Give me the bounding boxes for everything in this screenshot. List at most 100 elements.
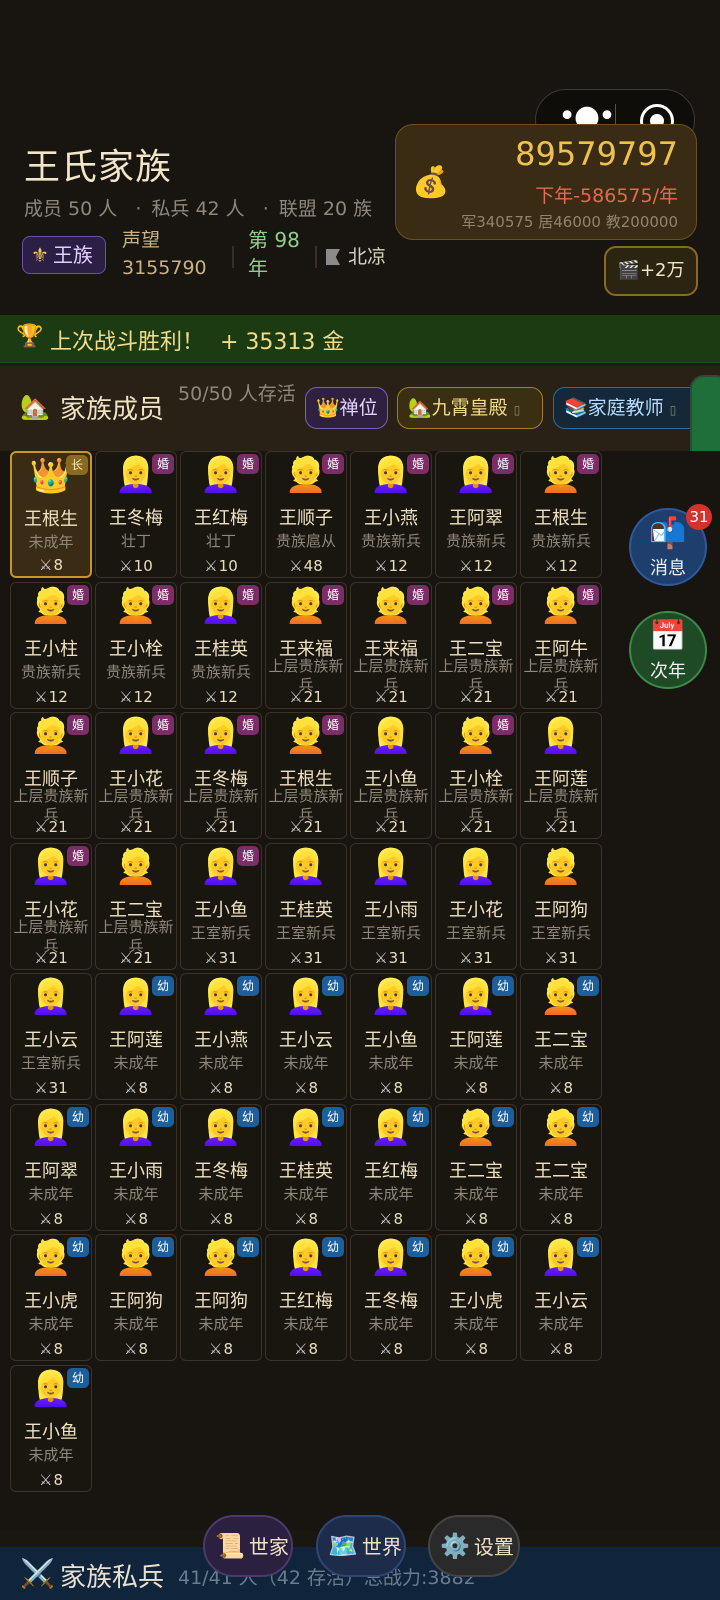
prestige-label: 声望 [122,229,161,251]
member-card[interactable]: 👱‍♀️ 幼王阿莲 未成年 ⚔8 [95,973,177,1100]
member-card[interactable]: 👱‍♀️ 婚王红梅 壮丁 ⚔10 [180,451,262,578]
member-card[interactable]: 👱 婚王来福 上层贵族新兵 ⚔21 [350,581,432,709]
yearly-income: 下年-586575/年 [535,185,678,207]
member-card[interactable]: 👱 婚王来福 上层贵族新兵 ⚔21 [265,581,347,709]
member-card[interactable]: 👱‍♀️ 婚王小花 上层贵族新兵 ⚔21 [10,842,92,970]
member-card[interactable]: 👱 幼王二宝 未成年 ⚔8 [520,1103,602,1231]
member-card[interactable]: 👱‍♀️ 幼王小鱼 未成年 ⚔8 [350,973,432,1100]
clapper-icon: 🎬 [617,260,640,281]
member-role: 未成年 [113,1315,159,1333]
member-card[interactable]: 👱 婚王顺子 上层贵族新兵 ⚔21 [10,712,92,839]
member-card[interactable]: 👱‍♀️ 王小雨 王室新兵 ⚔31 [350,842,432,970]
power-value: 8 [53,556,63,574]
members-grid: 👑 长王根生 未成年 ⚔8 👱‍♀️ 婚王冬梅 壮丁 ⚔10 👱‍♀️ 婚王红梅 壮丁 ⚔10 👱 婚王顺… [0,451,720,1531]
member-card[interactable]: 👱‍♀️ 王阿莲 上层贵族新兵 ⚔21 [520,712,602,839]
member-card[interactable]: 👱‍♀️ 幼王小燕 未成年 ⚔8 [180,973,262,1100]
member-card[interactable]: 👱‍♀️ 婚王桂英 贵族新兵 ⚔12 [180,581,262,709]
royal-badge[interactable]: ⚜ 王族 [22,236,106,274]
palace-button[interactable]: 🏡九霄皇殿 ▯ [397,387,543,429]
avatar-icon: 👱‍♀️ [454,846,498,887]
status-badge: 幼 [577,1237,599,1257]
member-power: ⚔21 [11,818,91,836]
member-card[interactable]: 👱‍♀️ 王桂英 王室新兵 ⚔31 [265,842,347,970]
member-role: 贵族新兵 [190,662,251,681]
members-count: 成员 50 人 [24,198,118,220]
member-power: ⚔8 [181,1340,261,1358]
swords-icon: ⚔ [34,1079,48,1097]
clan-title: 王氏家族 [24,147,173,188]
prestige-value: 3155790 [122,257,207,279]
status-badge: 幼 [67,1237,89,1257]
member-card[interactable]: 👱‍♀️ 幼王红梅 未成年 ⚔8 [350,1103,432,1231]
member-card[interactable]: 👱 幼王阿狗 未成年 ⚔8 [95,1234,177,1361]
member-name: 王阿狗 [534,899,588,921]
next-year-button[interactable]: 📅 次年 [629,611,707,689]
nav-clan-button[interactable]: 📜 世家 [203,1515,293,1577]
member-card[interactable]: 👱 婚王根生 上层贵族新兵 ⚔21 [265,712,347,839]
member-card[interactable]: 👱‍♀️ 婚王冬梅 壮丁 ⚔10 [95,451,177,578]
member-card[interactable]: 👱 幼王小虎 未成年 ⚔8 [435,1234,517,1361]
member-card[interactable]: 👱‍♀️ 幼王小雨 未成年 ⚔8 [95,1103,177,1231]
member-card[interactable]: 👱 幼王小虎 未成年 ⚔8 [10,1234,92,1361]
messages-badge: 31 [686,504,712,530]
status-badge: 幼 [322,976,344,996]
nav-settings-button[interactable]: ⚙️ 设置 [428,1515,520,1577]
member-card[interactable]: 👱 婚王小栓 上层贵族新兵 ⚔21 [435,712,517,839]
swords-icon: ⚔️ [20,1557,55,1590]
member-card[interactable]: 👱‍♀️ 幼王小云 未成年 ⚔8 [265,973,347,1100]
member-card[interactable]: 👱‍♀️ 幼王桂英 未成年 ⚔8 [265,1103,347,1231]
member-power: ⚔8 [521,1340,601,1358]
swords-icon: ⚔ [209,1209,223,1228]
member-name: 王小云 [279,1030,333,1051]
member-card[interactable]: 👱 婚王阿牛 上层贵族新兵 ⚔21 [520,581,602,709]
ad-bonus-button[interactable]: 🎬+2万 [604,246,698,296]
member-card[interactable]: 👱‍♀️ 幼王小鱼 未成年 ⚔8 [10,1364,92,1492]
teacher-button[interactable]: 📚家庭教师 ▯ [553,387,700,429]
member-card[interactable]: 👱‍♀️ 王小云 王室新兵 ⚔31 [10,973,92,1100]
member-card[interactable]: 👱‍♀️ 幼王阿翠 未成年 ⚔8 [10,1103,92,1231]
member-name: 王红梅 [194,508,248,529]
member-card[interactable]: 👱‍♀️ 王小花 王室新兵 ⚔31 [435,842,517,970]
member-card[interactable]: 👱‍♀️ 婚王阿翠 贵族新兵 ⚔12 [435,451,517,578]
swords-icon: ⚔ [544,818,558,836]
member-power: ⚔31 [436,949,516,967]
abdicate-button[interactable]: 👑禅位 [305,387,388,429]
member-name: 王小虎 [449,1291,503,1312]
member-card[interactable]: 👱 幼王阿狗 未成年 ⚔8 [180,1234,262,1361]
member-role: 未成年 [198,1184,244,1203]
member-card[interactable]: 👱 婚王二宝 上层贵族新兵 ⚔21 [435,581,517,709]
member-card[interactable]: 👱 婚王根生 贵族新兵 ⚔12 [520,451,602,578]
power-value: 8 [53,1209,63,1228]
member-card[interactable]: 👱 婚王小柱 贵族新兵 ⚔12 [10,581,92,709]
member-card[interactable]: 👱‍♀️ 幼王红梅 未成年 ⚔8 [265,1234,347,1361]
nav-clan-label: 世家 [248,1535,289,1559]
member-card[interactable]: 👱‍♀️ 幼王小云 未成年 ⚔8 [520,1234,602,1361]
member-card[interactable]: 👱 幼王二宝 未成年 ⚔8 [435,1103,517,1231]
swords-icon: ⚔ [459,818,473,836]
member-power: ⚔48 [266,557,346,575]
member-card[interactable]: 👱 王阿狗 王室新兵 ⚔31 [520,842,602,970]
member-card[interactable]: 👱‍♀️ 幼王阿莲 未成年 ⚔8 [435,973,517,1100]
member-card[interactable]: 👱 婚王顺子 贵族扈从 ⚔48 [265,451,347,578]
member-card[interactable]: 👱‍♀️ 王小鱼 上层贵族新兵 ⚔21 [350,712,432,839]
member-name: 王小云 [24,1030,78,1051]
member-card[interactable]: 👱‍♀️ 婚王小鱼 王室新兵 ⚔31 [180,842,262,970]
member-power: ⚔8 [11,1210,91,1228]
member-power: ⚔8 [96,1079,176,1097]
nav-world-button[interactable]: 🗺️ 世界 [316,1515,406,1577]
member-card[interactable]: 👱 王二宝 上层贵族新兵 ⚔21 [95,842,177,970]
member-card[interactable]: 👱 幼王二宝 未成年 ⚔8 [520,973,602,1100]
swords-icon: ⚔ [119,818,133,836]
nav-world-label: 世界 [361,1535,402,1559]
swords-icon: ⚔ [34,948,48,967]
member-card[interactable]: 👑 长王根生 未成年 ⚔8 [10,451,92,578]
members-alive-count: 50/50 人存活 [178,383,296,405]
member-card[interactable]: 👱‍♀️ 幼王冬梅 未成年 ⚔8 [180,1103,262,1231]
member-card[interactable]: 👱‍♀️ 婚王小花 上层贵族新兵 ⚔21 [95,712,177,839]
member-card[interactable]: 👱 婚王小栓 贵族新兵 ⚔12 [95,581,177,709]
treasury-panel[interactable]: 💰 89579797 下年-586575/年 军340575 居46000 教2… [395,124,697,240]
member-card[interactable]: 👱‍♀️ 婚王小燕 贵族新兵 ⚔12 [350,451,432,578]
member-card[interactable]: 👱‍♀️ 婚王冬梅 上层贵族新兵 ⚔21 [180,712,262,839]
member-card[interactable]: 👱‍♀️ 幼王冬梅 未成年 ⚔8 [350,1234,432,1361]
scroll-icon: 📜 [215,1532,245,1560]
